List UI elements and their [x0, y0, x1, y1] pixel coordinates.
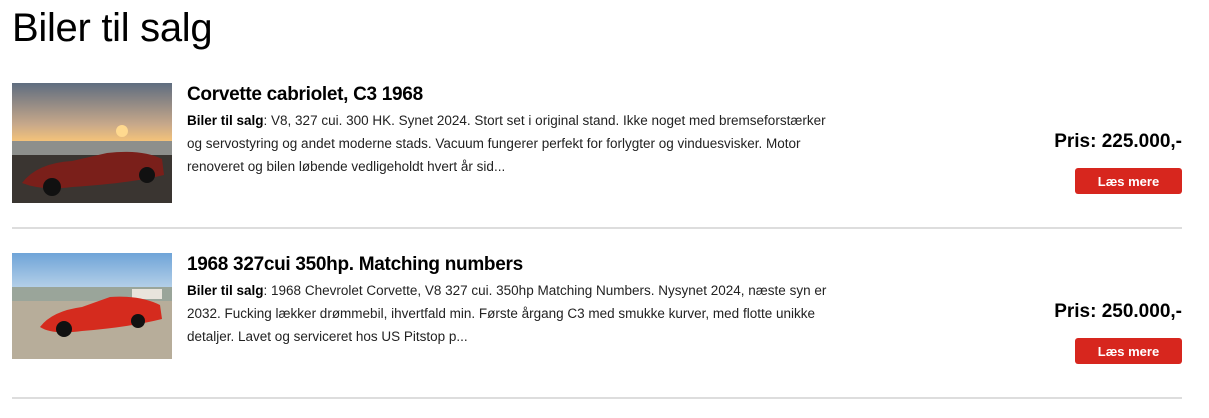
divider — [12, 227, 1182, 229]
listing-category: Biler til salg — [187, 113, 264, 128]
listing-description: Biler til salg: 1968 Chevrolet Corvette,… — [187, 279, 827, 348]
listing-title-link[interactable]: Corvette cabriolet, C3 1968 — [187, 84, 423, 105]
read-more-button[interactable]: Læs mere — [1075, 338, 1182, 364]
listing-description: Biler til salg: V8, 327 cui. 300 HK. Syn… — [187, 109, 827, 178]
listing-description-text: : V8, 327 cui. 300 HK. Synet 2024. Stort… — [187, 113, 826, 174]
listing-image[interactable] — [12, 253, 172, 373]
listing-image[interactable] — [12, 83, 172, 203]
listing-category: Biler til salg — [187, 283, 264, 298]
listing-description-text: : 1968 Chevrolet Corvette, V8 327 cui. 3… — [187, 283, 827, 344]
divider — [12, 397, 1182, 399]
listing-price: Pris: 225.000,- — [1054, 131, 1182, 152]
page-title: Biler til salg — [12, 6, 213, 50]
read-more-button[interactable]: Læs mere — [1075, 168, 1182, 194]
listing-item: 1968 327cui 350hp. Matching numbers Bile… — [12, 253, 1182, 373]
listing-title-link[interactable]: 1968 327cui 350hp. Matching numbers — [187, 254, 523, 275]
listing-price: Pris: 250.000,- — [1054, 301, 1182, 322]
listing-item: Corvette cabriolet, C3 1968 Biler til sa… — [12, 83, 1182, 203]
